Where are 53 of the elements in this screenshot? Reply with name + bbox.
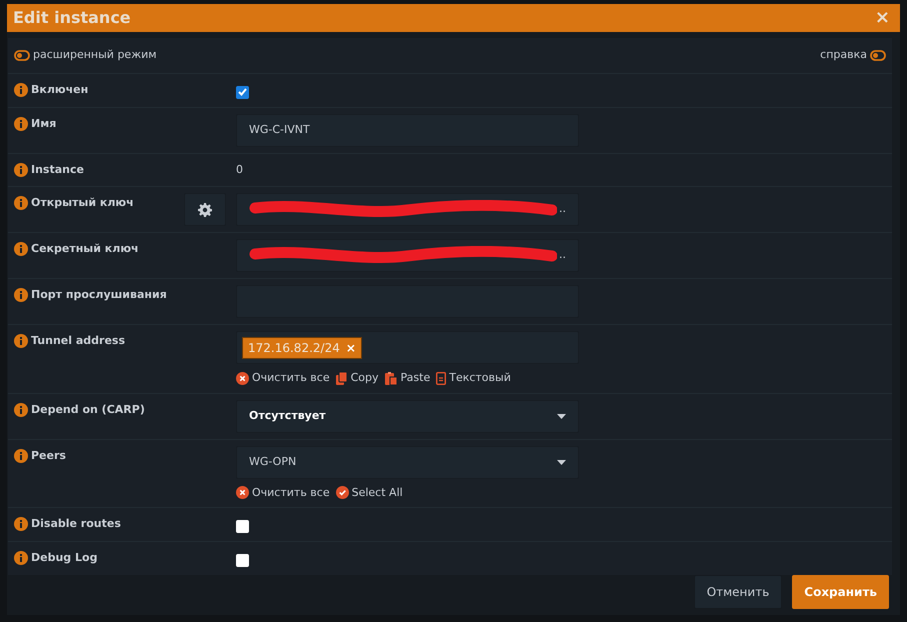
select-all-link[interactable]: Select All xyxy=(336,484,403,501)
paste-link[interactable]: Paste xyxy=(384,370,430,386)
toggle-icon[interactable] xyxy=(870,50,886,61)
clear-icon xyxy=(236,486,249,500)
info-icon[interactable] xyxy=(14,116,28,130)
info-icon[interactable] xyxy=(14,242,28,256)
info-icon[interactable] xyxy=(14,82,28,96)
gear-icon xyxy=(198,202,212,216)
field-label: Включен xyxy=(31,82,88,98)
checkbox[interactable] xyxy=(236,554,249,567)
field-label: Секретный ключ xyxy=(31,241,139,257)
checkbox[interactable] xyxy=(236,86,249,98)
field-label: Имя xyxy=(31,116,56,132)
copy-icon xyxy=(336,372,348,385)
info-icon[interactable] xyxy=(14,448,28,462)
field-label: Открытый ключ xyxy=(31,195,134,211)
input-field[interactable]: .. xyxy=(236,239,579,272)
field-label: Peers xyxy=(31,448,66,464)
caret-icon xyxy=(557,460,566,464)
clear-icon xyxy=(236,372,249,385)
dropdown[interactable]: WG-OPN xyxy=(236,446,579,478)
paste-icon xyxy=(384,372,398,385)
toggle-switch[interactable]: справка xyxy=(820,47,886,64)
settings-button[interactable] xyxy=(184,193,226,226)
field-label: Debug Log xyxy=(31,550,98,566)
field-label: Порт прослушивания xyxy=(31,287,167,303)
clear-link[interactable]: Очистить все xyxy=(236,484,330,501)
field-label: Disable routes xyxy=(31,516,121,532)
check-icon xyxy=(336,486,349,500)
info-icon[interactable] xyxy=(14,334,28,348)
copy-link[interactable]: Copy xyxy=(336,370,379,386)
toggle-icon[interactable] xyxy=(14,50,30,61)
dropdown[interactable]: Отсутствует xyxy=(236,400,579,432)
info-icon[interactable] xyxy=(14,517,28,531)
document-icon xyxy=(436,372,446,385)
info-icon[interactable] xyxy=(14,196,28,210)
checkbox[interactable] xyxy=(236,520,249,533)
clear-link[interactable]: Очистить все xyxy=(236,370,330,386)
caret-icon xyxy=(557,414,566,418)
field-value: 0 xyxy=(236,162,244,178)
toggle-switch[interactable]: расширенный режим xyxy=(14,47,157,64)
info-icon[interactable] xyxy=(14,162,28,176)
text-link[interactable]: Текстовый xyxy=(436,370,511,386)
info-icon[interactable] xyxy=(14,551,28,565)
cancel-button[interactable]: Отменить xyxy=(694,575,782,609)
field-label: Depend on (CARP) xyxy=(31,402,145,418)
dialog-title: Edit instance xyxy=(13,7,131,29)
field-label: Instance xyxy=(31,162,84,178)
info-icon[interactable] xyxy=(14,402,28,416)
field-label: Tunnel address xyxy=(31,333,125,349)
input-field[interactable]: WG-C-IVNT xyxy=(236,114,579,146)
input-field[interactable]: .. xyxy=(236,193,579,226)
info-icon[interactable] xyxy=(14,288,28,302)
